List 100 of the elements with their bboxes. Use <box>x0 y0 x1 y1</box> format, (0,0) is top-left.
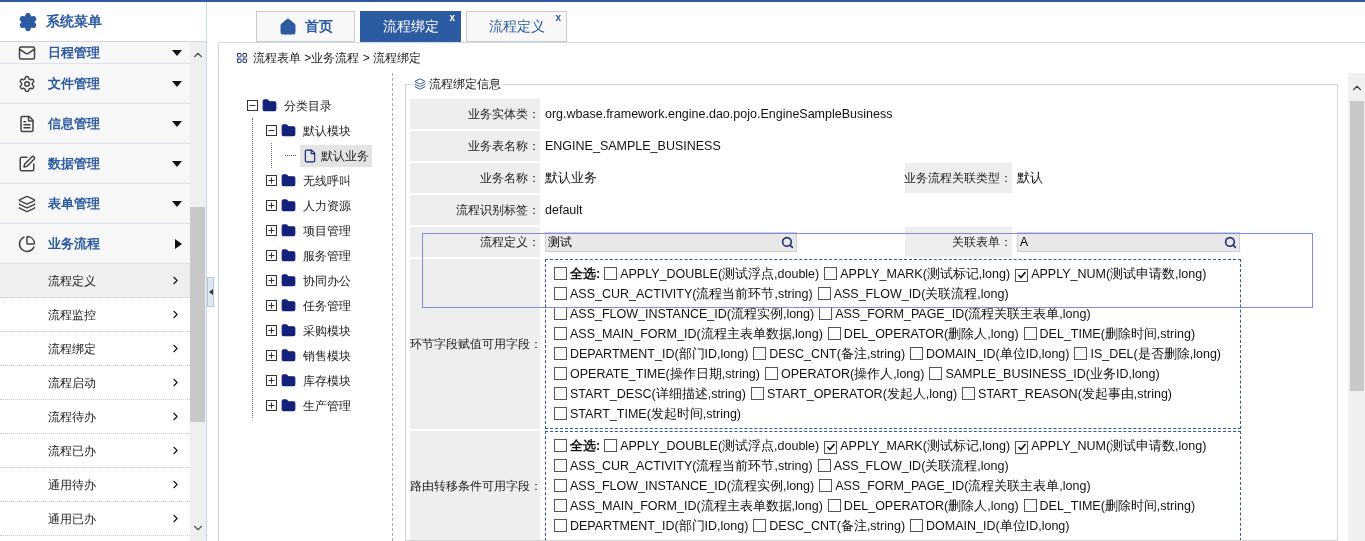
checkbox[interactable] <box>1015 268 1029 282</box>
checkbox[interactable] <box>817 459 831 472</box>
select-all-option[interactable]: 全选: <box>554 436 601 456</box>
checkbox[interactable] <box>910 519 924 532</box>
tree-node[interactable]: 无线呼叫 <box>300 169 354 192</box>
tree-node[interactable]: 销售模块 <box>300 344 354 367</box>
select-all-option[interactable]: 全选: <box>554 264 601 284</box>
checkbox[interactable] <box>753 347 767 360</box>
expand-icon[interactable] <box>266 400 277 411</box>
field-option[interactable]: ASS_FORM_PAGE_ID(流程关联主表单,long) <box>819 476 1091 496</box>
checkbox[interactable] <box>827 327 841 340</box>
tree-node[interactable]: 项目管理 <box>300 219 354 242</box>
menu-item[interactable]: 业务流程 <box>0 224 190 264</box>
expand-icon[interactable] <box>266 300 277 311</box>
tree-node[interactable]: 分类目录 <box>281 94 335 117</box>
field-option[interactable]: DESC_CNT(备注,string) <box>753 516 906 536</box>
checkbox[interactable] <box>554 347 567 360</box>
menu-item[interactable]: 日程管理 <box>0 42 190 64</box>
field-option[interactable]: ASS_MAIN_FORM_ID(流程主表单数据,long) <box>554 496 823 516</box>
tree-node[interactable]: 任务管理 <box>300 294 354 317</box>
collapse-icon[interactable] <box>266 125 277 136</box>
search-icon[interactable] <box>1224 235 1237 249</box>
field-option[interactable]: APPLY_MARK(测试标记,long) <box>824 264 1011 284</box>
menu-item[interactable]: 数据管理 <box>0 144 190 184</box>
tab[interactable]: 流程绑定 x <box>360 11 461 42</box>
expand-icon[interactable] <box>266 250 277 261</box>
tree-node[interactable]: 采购模块 <box>300 319 354 342</box>
checkbox[interactable] <box>554 499 567 512</box>
field-option[interactable]: DEL_OPERATOR(删除人,long) <box>827 496 1019 516</box>
field-option[interactable]: START_REASON(发起事由,string) <box>962 384 1172 404</box>
checkbox[interactable] <box>1015 440 1029 454</box>
checkbox[interactable] <box>554 387 567 400</box>
checkbox[interactable] <box>554 519 567 532</box>
checkbox[interactable] <box>753 519 767 532</box>
expand-icon[interactable] <box>266 275 277 286</box>
field-option[interactable]: APPLY_DOUBLE(测试浮点,double) <box>604 264 820 284</box>
checkbox[interactable] <box>604 439 618 452</box>
checkbox[interactable] <box>1023 327 1037 340</box>
tree-node[interactable]: 生产管理 <box>300 394 354 417</box>
checkbox[interactable] <box>765 367 778 380</box>
submenu-item[interactable]: 流程定义 <box>0 264 190 298</box>
field-option[interactable]: APPLY_NUM(测试申请数,long) <box>1015 436 1207 456</box>
expand-icon[interactable] <box>266 325 277 336</box>
checkbox[interactable] <box>554 439 567 452</box>
expand-icon[interactable] <box>266 350 277 361</box>
checkbox[interactable] <box>554 287 567 300</box>
checkbox[interactable] <box>929 367 943 380</box>
tab[interactable]: 流程定义 x <box>466 11 567 42</box>
checkbox[interactable] <box>554 367 567 380</box>
checkbox[interactable] <box>1023 499 1037 512</box>
checkbox[interactable] <box>554 327 567 340</box>
scrollbar[interactable] <box>190 42 206 541</box>
field-option[interactable]: APPLY_MARK(测试标记,long) <box>824 436 1011 456</box>
field-option[interactable]: START_DESC(详细描述,string) <box>554 384 746 404</box>
checkbox[interactable] <box>604 267 618 280</box>
expand-icon[interactable] <box>266 175 277 186</box>
field-option[interactable]: ASS_FORM_PAGE_ID(流程关联主表单,long) <box>819 304 1091 324</box>
field-option[interactable]: APPLY_NUM(测试申请数,long) <box>1015 264 1207 284</box>
checkbox[interactable] <box>824 440 838 454</box>
field-option[interactable]: ASS_FLOW_ID(关联流程,long) <box>817 456 1009 476</box>
checkbox[interactable] <box>1074 347 1088 360</box>
field-option[interactable]: START_OPERATOR(发起人,long) <box>750 384 958 404</box>
tree-node[interactable]: 服务管理 <box>300 244 354 267</box>
scroll-thumb[interactable] <box>1349 101 1364 391</box>
field-option[interactable]: OPERATE_TIME(操作日期,string) <box>554 364 760 384</box>
tree-node[interactable]: 默认业务 <box>300 144 372 167</box>
checkbox[interactable] <box>819 479 833 492</box>
field-option[interactable]: DEPARTMENT_ID(部门ID,long) <box>554 516 749 536</box>
tab-close-button[interactable]: x <box>555 13 561 23</box>
search-icon[interactable] <box>781 235 794 249</box>
expand-icon[interactable] <box>266 375 277 386</box>
field-option[interactable]: ASS_CUR_ACTIVITY(流程当前环节,string) <box>554 284 813 304</box>
field-option[interactable]: START_TIME(发起时间,string) <box>554 404 741 424</box>
checkbox[interactable] <box>962 387 976 400</box>
field-option[interactable]: ASS_FLOW_INSTANCE_ID(流程实例,long) <box>554 476 815 496</box>
field-option[interactable]: IS_DEL(是否删除,long) <box>1074 344 1221 364</box>
tree-node[interactable]: 库存模块 <box>300 369 354 392</box>
tab[interactable]: 首页 <box>256 11 355 42</box>
field-option[interactable]: ASS_FLOW_ID(关联流程,long) <box>817 284 1009 304</box>
menu-item[interactable]: 文件管理 <box>0 64 190 104</box>
tab-close-button[interactable]: x <box>449 13 455 23</box>
tree-node[interactable]: 默认模块 <box>300 119 354 142</box>
scrollbar[interactable] <box>1348 73 1365 541</box>
checkbox[interactable] <box>554 267 567 280</box>
collapse-icon[interactable] <box>247 100 258 111</box>
expand-icon[interactable] <box>266 200 277 211</box>
checkbox[interactable] <box>910 347 924 360</box>
field-option[interactable]: APPLY_DOUBLE(测试浮点,double) <box>604 436 820 456</box>
checkbox[interactable] <box>554 407 567 420</box>
scroll-thumb[interactable] <box>190 207 205 422</box>
tree-node[interactable]: 人力资源 <box>300 194 354 217</box>
checkbox[interactable] <box>824 267 838 280</box>
field-option[interactable]: DESC_CNT(备注,string) <box>753 344 906 364</box>
checkbox[interactable] <box>554 479 567 492</box>
checkbox[interactable] <box>817 287 831 300</box>
field-option[interactable]: ASS_CUR_ACTIVITY(流程当前环节,string) <box>554 456 813 476</box>
field-option[interactable]: ASS_MAIN_FORM_ID(流程主表单数据,long) <box>554 324 823 344</box>
field-option[interactable]: DEL_OPERATOR(删除人,long) <box>827 324 1019 344</box>
menu-item[interactable]: 表单管理 <box>0 184 190 224</box>
lookup-field[interactable]: 测试 <box>545 232 797 252</box>
